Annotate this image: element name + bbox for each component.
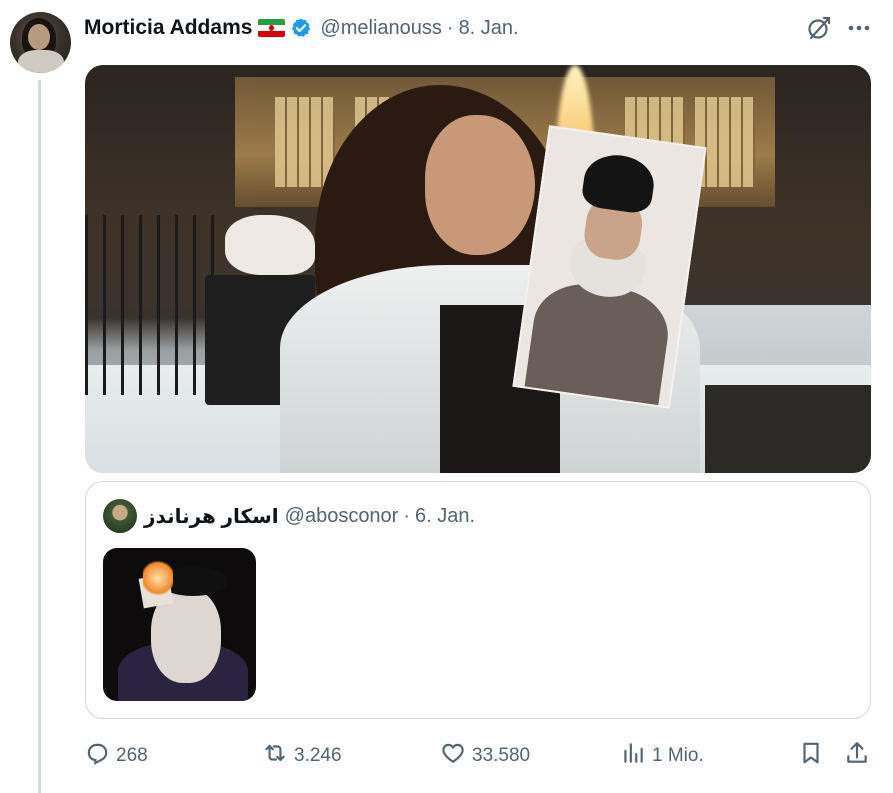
grok-icon[interactable] [805,14,833,42]
verified-badge-icon[interactable] [290,17,312,39]
author-avatar[interactable] [10,12,71,73]
quoted-tweet-date[interactable]: 6. Jan. [415,505,475,528]
reply-icon [84,740,110,772]
views-button[interactable]: 1 Mio. [620,740,704,772]
quoted-author-avatar[interactable] [103,499,137,533]
views-count: 1 Mio. [652,745,704,766]
author-handle[interactable]: @melianouss [320,17,441,40]
analytics-icon [620,740,646,772]
quoted-tweet[interactable]: اسکار هرناندز @abosconor · 6. Jan. [85,481,871,719]
repost-count: 3.246 [294,745,342,766]
meta-separator: · [446,16,454,39]
share-button[interactable] [844,740,870,772]
reply-count: 268 [116,745,148,766]
like-count: 33.580 [472,745,531,766]
repost-button[interactable]: 3.246 [262,740,342,772]
thread-line [38,80,41,793]
quoted-author-handle[interactable]: @abosconor [285,505,399,528]
reply-button[interactable]: 268 [84,740,148,772]
quoted-tweet-photo[interactable] [103,548,256,701]
iran-flag-icon [258,19,286,37]
repost-icon [262,740,288,772]
like-button[interactable]: 33.580 [440,740,530,772]
author-display-name[interactable]: Morticia Addams [84,16,252,40]
share-icon [844,740,870,772]
bookmark-button[interactable] [798,740,824,772]
tweet-header: Morticia Addams @melianouss · 8. Jan. [84,14,519,42]
tweet-photo[interactable] [85,65,871,473]
bookmark-icon [798,740,824,772]
quoted-meta-separator: · [403,505,411,527]
heart-icon [440,740,466,772]
tweet-action-bar: 268 3.246 33.580 1 Mio. [84,740,874,770]
more-icon[interactable] [846,16,872,40]
tweet-date[interactable]: 8. Jan. [459,17,519,40]
quoted-tweet-header: اسکار هرناندز @abosconor · 6. Jan. [144,504,475,529]
quoted-author-display-name[interactable]: اسکار هرناندز [144,504,279,529]
